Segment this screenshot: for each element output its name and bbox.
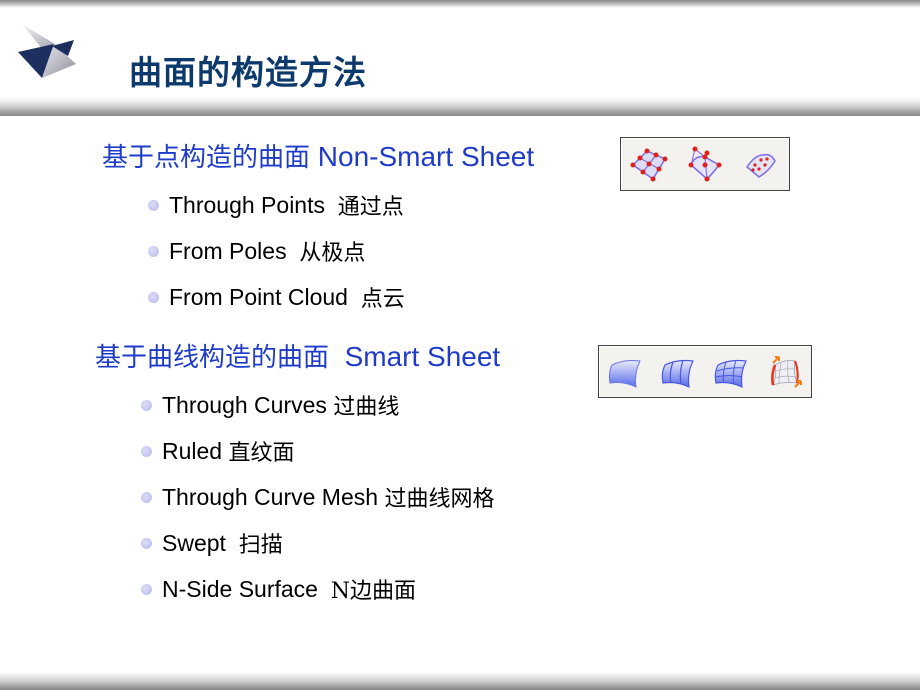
section-heading-en: Non-Smart Sheet [317,141,535,172]
section-heading-en: Smart Sheet [344,341,501,372]
bullet-icon [141,583,152,595]
bullet-icon [141,445,152,457]
through-points-surface-icon[interactable] [629,145,669,183]
non-smart-sheet-toolbar [620,137,790,191]
bottom-decorative-bar [0,672,920,690]
through-curve-mesh-surface-icon[interactable] [712,353,752,391]
item-label-cn: 过曲线网格 [384,487,495,512]
bullet-icon [141,399,152,411]
list-item-from-poles: From Poles 从极点 [148,235,365,267]
list-item-through-points: Through Points 通过点 [148,189,404,221]
item-label-en: Through Curve Mesh [162,483,379,510]
smart-sheet-toolbar [598,345,812,398]
ruled-surface-icon[interactable] [606,353,646,391]
item-label-cn: 点云 [360,287,405,312]
list-item-ruled: Ruled 直纹面 [141,435,295,467]
bullet-icon [141,537,152,549]
item-label-en: From Poles [169,237,287,264]
item-label-cn: N边曲面 [330,579,417,604]
from-point-cloud-surface-icon[interactable] [741,145,781,183]
item-label-en: Through Curves [162,391,327,418]
item-label-cn: 过曲线 [333,395,400,420]
from-poles-surface-icon[interactable] [685,145,725,183]
item-label-en: N-Side Surface [162,575,318,602]
through-curves-surface-icon[interactable] [659,353,699,391]
list-item-through-curves: Through Curves 过曲线 [141,389,399,421]
page-title: 曲面的构造方法 [129,53,367,92]
bullet-icon [148,245,159,257]
section-heading-cn: 基于点构造的曲面 [102,143,311,173]
bullet-icon [141,491,152,503]
item-label-cn: 通过点 [337,195,404,220]
bullet-icon [148,291,159,303]
header-divider [0,97,920,116]
top-decorative-bar [0,0,920,8]
item-label-en: Swept [162,529,226,556]
list-item-swept: Swept 扫描 [141,527,283,559]
pyramid-logo-icon [18,24,76,78]
item-label-en: Through Points [169,191,325,218]
section-heading-non-smart-sheet: 基于点构造的曲面 Non-Smart Sheet [102,137,534,174]
item-label-en: Ruled [162,437,223,464]
bullet-icon [148,199,159,211]
item-label-cn: 扫描 [238,533,283,558]
n-side-surface-icon[interactable] [765,353,805,391]
list-item-from-point-cloud: From Point Cloud 点云 [148,281,405,313]
list-item-through-curve-mesh: Through Curve Mesh 过曲线网格 [141,481,494,513]
section-heading-smart-sheet: 基于曲线构造的曲面 Smart Sheet [95,337,500,374]
item-label-en: From Point Cloud [169,283,348,310]
list-item-n-side-surface: N-Side Surface N边曲面 [141,573,416,605]
item-label-cn: 从极点 [299,241,366,266]
section-heading-cn: 基于曲线构造的曲面 [95,343,330,373]
item-label-cn: 直纹面 [228,441,295,466]
